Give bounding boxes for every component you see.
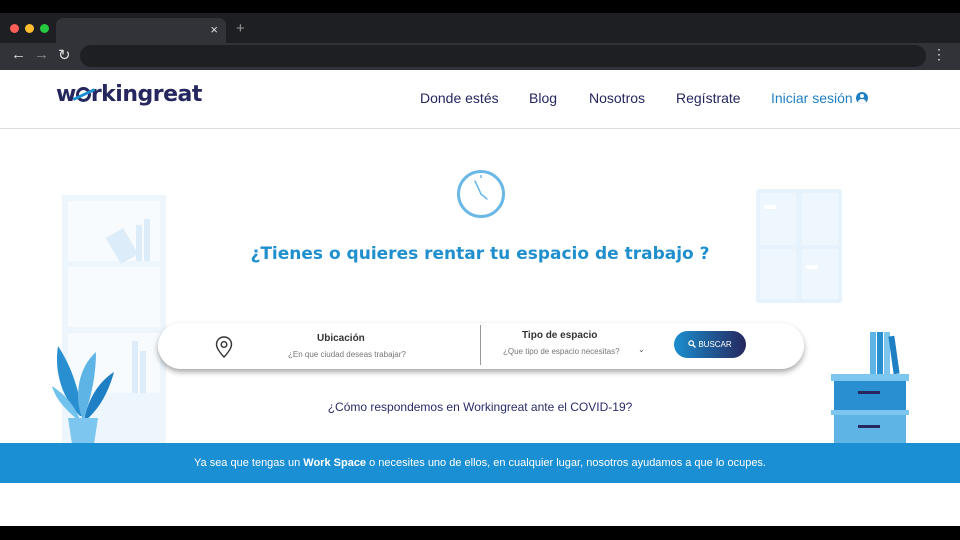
cabinet-top: [831, 374, 909, 381]
nav-blog[interactable]: Blog: [529, 90, 557, 106]
reload-icon[interactable]: ↻: [58, 46, 71, 64]
login-link[interactable]: Iniciar sesión: [771, 90, 868, 106]
forward-icon[interactable]: →: [34, 46, 49, 63]
search-card: Ubicación ¿En que ciudad deseas trabajar…: [158, 323, 804, 369]
minimize-window-button[interactable]: [25, 24, 34, 33]
clock-icon: [457, 170, 505, 218]
tab-close-icon[interactable]: ×: [210, 22, 218, 37]
nav-donde-estes[interactable]: Donde estés: [420, 90, 499, 106]
book-4: [140, 351, 146, 393]
drawer-handle-2: [858, 425, 880, 428]
close-window-button[interactable]: [10, 24, 19, 33]
search-button[interactable]: BUSCAR: [674, 331, 746, 358]
binder-1: [870, 332, 876, 374]
back-icon[interactable]: ←: [11, 46, 26, 63]
info-banner: Ya sea que tengas un Work Space o necesi…: [0, 443, 960, 483]
address-bar: ← → ↻ ⋮: [0, 43, 960, 70]
hero-title: ¿Tienes o quieres rentar tu espacio de t…: [250, 244, 710, 264]
search-icon-lens: [688, 340, 695, 347]
browser-window: × + ← → ↻ ⋮ w rkingreat Donde estés Blog …: [0, 13, 960, 526]
binder-4: [888, 335, 900, 375]
site-header: w rkingreat Donde estés Blog Nosotros Reg…: [0, 70, 960, 129]
banner-text-bold: Work Space: [303, 457, 367, 469]
banner-text: Ya sea que tengas un Work Space o necesi…: [0, 457, 960, 469]
logo[interactable]: w rkingreat: [56, 82, 202, 107]
plant-pot: [68, 418, 98, 444]
cabinet-illustration: [831, 332, 909, 444]
nav-nosotros[interactable]: Nosotros: [589, 90, 645, 106]
location-pin-icon: [215, 336, 233, 358]
search-icon-handle: [692, 344, 697, 348]
logo-planet-icon: [75, 87, 91, 102]
space-type-select[interactable]: ¿Que tipo de espacio necesitas?: [503, 347, 620, 356]
window-controls: [10, 24, 49, 33]
banner-text-after: o necesites uno de ellos, en cualquier l…: [366, 457, 766, 469]
login-label: Iniciar sesión: [771, 90, 853, 106]
space-type-label: Tipo de espacio: [522, 330, 598, 341]
browser-tab[interactable]: ×: [56, 18, 226, 43]
nav-registrate[interactable]: Regístrate: [676, 90, 741, 106]
new-tab-icon[interactable]: +: [236, 20, 245, 37]
binder-2: [877, 332, 883, 374]
banner-text-before: Ya sea que tengas un: [194, 457, 304, 469]
window-pane-2: [802, 193, 838, 245]
user-icon: [855, 92, 868, 104]
covid-link[interactable]: ¿Cómo respondemos en Workingreat ante el…: [0, 400, 960, 414]
location-input[interactable]: ¿En que ciudad deseas trabajar?: [288, 350, 406, 359]
browser-menu-icon[interactable]: ⋮: [932, 46, 946, 63]
pin-dot: [220, 340, 228, 348]
drawer-handle-1: [858, 391, 880, 394]
search-button-label: BUSCAR: [698, 340, 732, 349]
url-input[interactable]: [80, 45, 926, 67]
location-label: Ubicación: [317, 333, 365, 344]
window-pane-1: [760, 193, 796, 245]
chevron-down-icon[interactable]: ⌄: [638, 345, 645, 354]
window-cloud-2: [806, 265, 818, 269]
search-divider: [480, 325, 481, 365]
book-3: [132, 341, 138, 393]
cabinet-drawer-2: [834, 415, 906, 444]
logo-text-prefix: w: [56, 82, 76, 107]
window-cloud-1: [764, 205, 776, 209]
plant-illustration: [52, 346, 114, 444]
search-icon: [688, 340, 697, 348]
tab-bar: × +: [0, 13, 960, 43]
logo-text-suffix: rkingreat: [90, 82, 203, 107]
maximize-window-button[interactable]: [40, 24, 49, 33]
shelf-2: [68, 267, 160, 327]
